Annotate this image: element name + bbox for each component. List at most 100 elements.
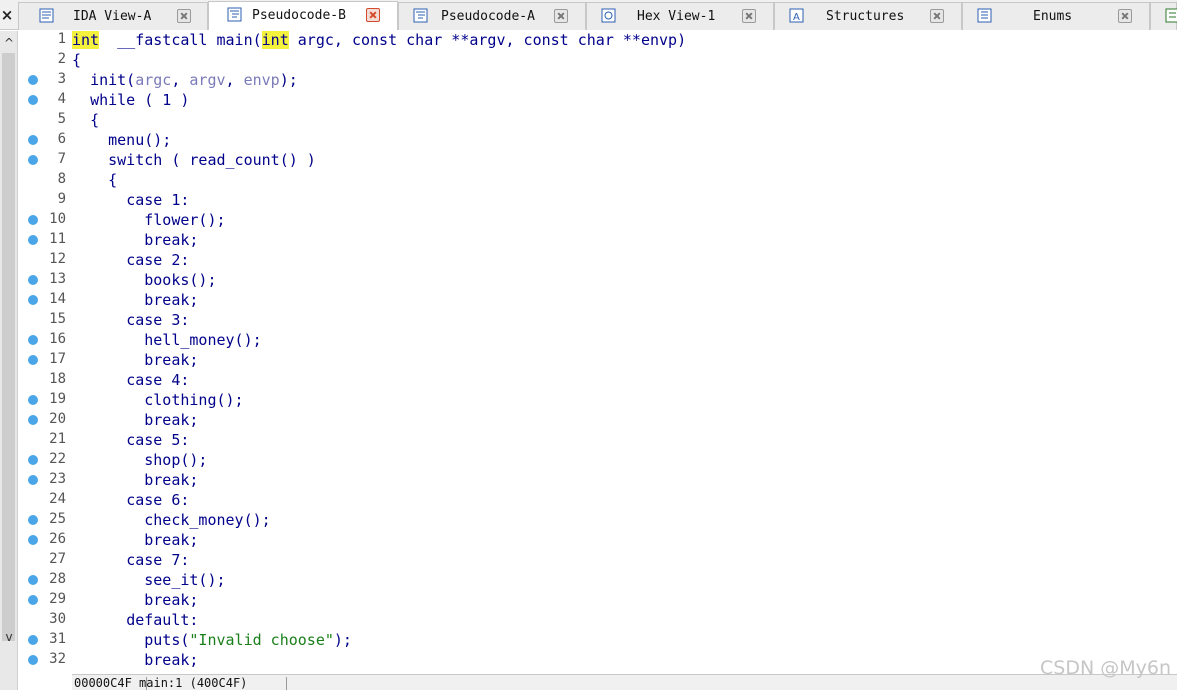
status-separator xyxy=(146,677,147,690)
line-number: 29 xyxy=(49,591,66,607)
code-text: check_money(); xyxy=(72,511,270,529)
variable-token: envp xyxy=(243,71,280,89)
code-line[interactable]: break; xyxy=(72,590,1177,610)
code-line[interactable]: shop(); xyxy=(72,450,1177,470)
code-line[interactable]: check_money(); xyxy=(72,510,1177,530)
breakpoint-marker-icon[interactable] xyxy=(28,475,38,485)
line-number: 24 xyxy=(49,491,66,507)
breakpoint-marker-icon[interactable] xyxy=(28,455,38,465)
code-token: clothing(); xyxy=(144,391,244,409)
breakpoint-marker-icon[interactable] xyxy=(28,295,38,305)
code-text: break; xyxy=(72,531,198,549)
breakpoint-marker-icon[interactable] xyxy=(28,515,38,525)
breakpoint-marker-icon[interactable] xyxy=(28,575,38,585)
code-line[interactable]: case 4: xyxy=(72,370,1177,390)
code-line[interactable]: break; xyxy=(72,290,1177,310)
breakpoint-marker-icon[interactable] xyxy=(28,215,38,225)
tab-close-icon[interactable] xyxy=(742,9,756,23)
breakpoint-marker-icon[interactable] xyxy=(28,275,38,285)
breakpoint-marker-icon[interactable] xyxy=(28,155,38,165)
code-line[interactable]: case 3: xyxy=(72,310,1177,330)
code-token: break; xyxy=(144,591,199,609)
gutter-row: 15 xyxy=(20,310,72,330)
code-line[interactable]: case 5: xyxy=(72,430,1177,450)
code-line[interactable]: see_it(); xyxy=(72,570,1177,590)
tab-close-icon[interactable] xyxy=(554,9,568,23)
hex-view-icon xyxy=(601,8,616,23)
code-line[interactable]: break; xyxy=(72,470,1177,490)
breakpoint-marker-icon[interactable] xyxy=(28,235,38,245)
breakpoint-marker-icon[interactable] xyxy=(28,355,38,365)
code-line[interactable]: break; xyxy=(72,350,1177,370)
code-text: case 2: xyxy=(72,251,189,269)
pseudocode-editor[interactable]: int __fastcall main(int argc, const char… xyxy=(72,30,1177,674)
tab-pseudocode-b[interactable]: Pseudocode-B xyxy=(208,1,398,31)
code-text: default: xyxy=(72,611,198,629)
code-token: default: xyxy=(126,611,199,629)
tab-close-icon[interactable] xyxy=(177,9,191,23)
breakpoint-marker-icon[interactable] xyxy=(28,595,38,605)
code-line[interactable]: case 1: xyxy=(72,190,1177,210)
code-line[interactable]: books(); xyxy=(72,270,1177,290)
code-line[interactable]: break; xyxy=(72,530,1177,550)
svg-text:A: A xyxy=(793,12,800,23)
breakpoint-marker-icon[interactable] xyxy=(28,95,38,105)
line-number: 6 xyxy=(57,131,66,147)
code-line[interactable]: case 2: xyxy=(72,250,1177,270)
gutter-row: 28 xyxy=(20,570,72,590)
gutter-row: 4 xyxy=(20,90,72,110)
code-line[interactable]: hell_money(); xyxy=(72,330,1177,350)
tab-close-icon[interactable] xyxy=(366,8,380,22)
code-token: break; xyxy=(144,231,199,249)
code-line[interactable]: flower(); xyxy=(72,210,1177,230)
code-line[interactable]: case 6: xyxy=(72,490,1177,510)
line-number: 21 xyxy=(49,431,66,447)
tab-overflow[interactable] xyxy=(1150,2,1177,30)
breakpoint-marker-icon[interactable] xyxy=(28,135,38,145)
scrollbar-thumb[interactable] xyxy=(2,53,15,641)
code-text: case 6: xyxy=(72,491,189,509)
code-token: case 2: xyxy=(126,251,190,269)
tab-structures[interactable]: A Structures xyxy=(774,2,962,30)
tab-ida-view-a[interactable]: IDA View-A xyxy=(18,2,208,30)
code-line[interactable]: int __fastcall main(int argc, const char… xyxy=(72,30,1177,50)
code-line[interactable]: { xyxy=(72,50,1177,70)
line-gutter: 1 2 3 4 5 6 7 8 9 10 11 12 13 14 15 16 17 18 19 20 21 22 23 24 2… xyxy=(20,30,72,674)
code-token: flower(); xyxy=(144,211,226,229)
breakpoint-marker-icon[interactable] xyxy=(28,335,38,345)
code-line[interactable]: clothing(); xyxy=(72,390,1177,410)
tab-close-icon[interactable] xyxy=(1118,9,1132,23)
breakpoint-marker-icon[interactable] xyxy=(28,395,38,405)
code-line[interactable]: puts("Invalid choose"); xyxy=(72,630,1177,650)
tab-hex-view-1[interactable]: Hex View-1 xyxy=(586,2,774,30)
code-line[interactable]: break; xyxy=(72,230,1177,250)
code-line[interactable]: { xyxy=(72,110,1177,130)
scroll-down-icon[interactable]: v xyxy=(3,631,15,643)
scroll-up-icon[interactable]: ^ xyxy=(3,37,15,49)
breakpoint-marker-icon[interactable] xyxy=(28,415,38,425)
breakpoint-marker-icon[interactable] xyxy=(28,655,38,665)
code-line[interactable]: { xyxy=(72,170,1177,190)
code-line[interactable]: case 7: xyxy=(72,550,1177,570)
tab-enums[interactable]: Enums xyxy=(962,2,1150,30)
code-line[interactable]: init(argc, argv, envp); xyxy=(72,70,1177,90)
gutter-row: 6 xyxy=(20,130,72,150)
code-line[interactable]: switch ( read_count() ) xyxy=(72,150,1177,170)
line-number: 7 xyxy=(57,151,66,167)
code-line[interactable]: default: xyxy=(72,610,1177,630)
variable-token: argc xyxy=(135,71,172,89)
breakpoint-marker-icon[interactable] xyxy=(28,635,38,645)
breakpoint-marker-icon[interactable] xyxy=(28,535,38,545)
line-number: 11 xyxy=(49,231,66,247)
vertical-scrollbar[interactable]: ^ v xyxy=(0,31,18,690)
code-line[interactable]: break; xyxy=(72,410,1177,430)
breakpoint-marker-icon[interactable] xyxy=(28,75,38,85)
watermark: CSDN @My6n xyxy=(1040,657,1171,679)
code-text: puts("Invalid choose"); xyxy=(72,631,352,649)
window-close-icon[interactable]: × xyxy=(0,4,14,26)
code-line[interactable]: break; xyxy=(72,650,1177,670)
code-line[interactable]: menu(); xyxy=(72,130,1177,150)
tab-close-icon[interactable] xyxy=(930,9,944,23)
code-line[interactable]: while ( 1 ) xyxy=(72,90,1177,110)
tab-pseudocode-a[interactable]: Pseudocode-A xyxy=(398,2,586,30)
